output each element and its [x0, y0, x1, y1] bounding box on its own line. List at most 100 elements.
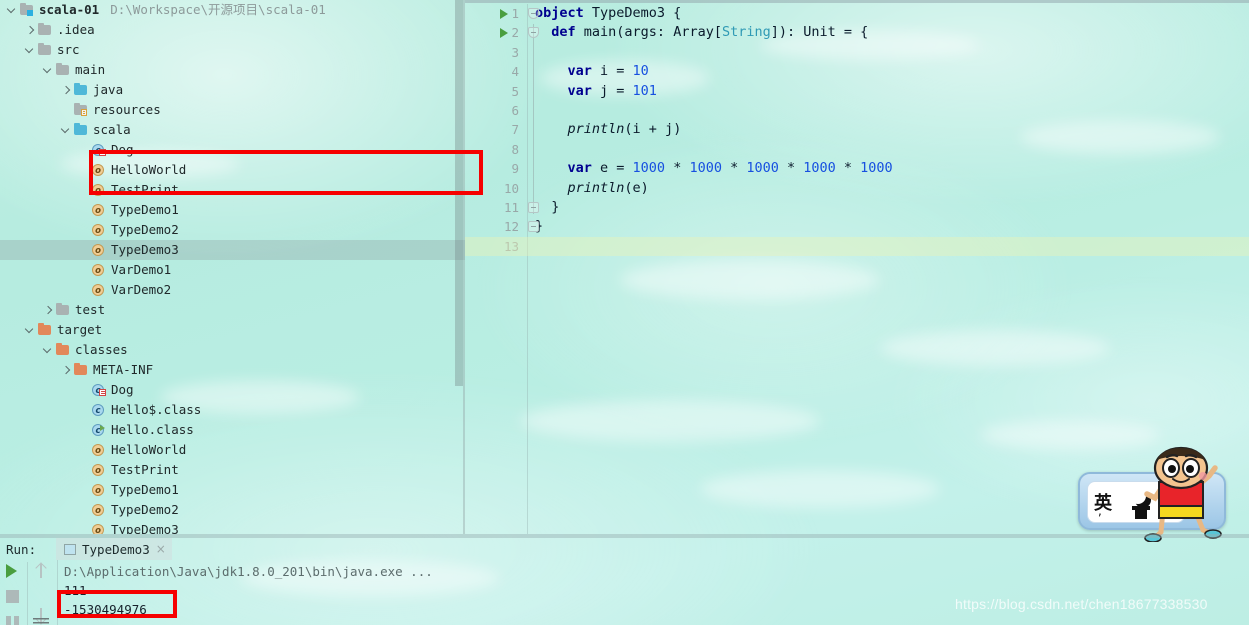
tree-item-label: TestPrint [111, 462, 179, 477]
tree-item-java[interactable]: java [0, 80, 465, 100]
chevron-down-icon[interactable] [6, 4, 19, 17]
project-tree-scrollbar[interactable] [455, 0, 463, 386]
play-icon[interactable] [6, 564, 17, 578]
run-tab-label: TypeDemo3 [82, 541, 150, 557]
tree-item-helloworld[interactable]: o HelloWorld [0, 440, 465, 460]
code-fold-icon[interactable] [528, 221, 539, 233]
chevron-down-icon[interactable] [42, 64, 55, 77]
project-tree-panel[interactable]: scala-01 D:\Workspace\开源项目\scala-01 .idea s… [0, 0, 465, 534]
tree-item-typedemo3[interactable]: o TypeDemo3 [0, 520, 465, 534]
tree-item-typedemo2[interactable]: o TypeDemo2 [0, 500, 465, 520]
code-line[interactable] [465, 236, 1249, 257]
tree-item-testprint[interactable]: o TestPrint [0, 460, 465, 480]
source-folder-icon [73, 82, 89, 97]
line-number: 3 [511, 44, 519, 60]
run-gutter-icon[interactable] [500, 9, 508, 19]
code-line[interactable]: var i = 10 [535, 62, 1249, 81]
chevron-down-icon[interactable] [60, 124, 73, 137]
code-token: * [665, 160, 690, 177]
run-tab-typedemo3[interactable]: TypeDemo3 × [56, 538, 172, 560]
tree-item-dog[interactable]: c Dog [0, 380, 465, 400]
code-token: * [721, 160, 747, 177]
tree-item-meta-inf[interactable]: META-INF [0, 360, 465, 380]
code-fold-icon[interactable] [528, 8, 539, 19]
tree-item-scala-01[interactable]: scala-01 D:\Workspace\开源项目\scala-01 [0, 0, 465, 20]
run-console-output[interactable]: D:\Application\Java\jdk1.8.0_201\bin\jav… [64, 562, 1249, 625]
tree-item-typedemo1[interactable]: o TypeDemo1 [0, 480, 465, 500]
tree-item-label: java [93, 82, 124, 97]
chevron-down-icon[interactable] [42, 344, 55, 357]
chevron-right-icon[interactable] [60, 84, 73, 97]
chevron-right-icon[interactable] [60, 364, 73, 377]
code-line[interactable] [535, 101, 1249, 120]
line-number: 5 [511, 83, 519, 99]
run-gutter-icon[interactable] [500, 28, 508, 39]
code-line[interactable]: } [535, 217, 1249, 236]
tree-item-scala[interactable]: scala [0, 120, 465, 140]
run-tool-window[interactable]: Run: TypeDemo3 × D:\Application\Java\jdk… [0, 534, 1249, 625]
tree-item-label: VarDemo2 [111, 282, 172, 297]
console-line: D:\Application\Java\jdk1.8.0_201\bin\jav… [64, 564, 433, 579]
chevron-right-icon[interactable] [24, 24, 37, 37]
tree-item-label: Hello$.class [111, 402, 202, 417]
tree-item-testprint[interactable]: o TestPrint [0, 180, 465, 200]
code-line[interactable] [535, 140, 1249, 159]
code-line[interactable]: var e = 1000 * 1000 * 1000 * 1000 * 1000 [535, 159, 1249, 178]
tree-item-src[interactable]: src [0, 40, 465, 60]
tree-item-typedemo2[interactable]: o TypeDemo2 [0, 220, 465, 240]
pause-icon[interactable] [6, 616, 19, 625]
tree-item-hello-class[interactable]: c Hello$.class [0, 400, 465, 420]
tree-item-resources[interactable]: resources [0, 100, 465, 120]
ime-language-label[interactable]: 英 [1094, 489, 1112, 515]
editor-code-area[interactable]: object TypeDemo3 { def main(args: Array[… [465, 4, 1249, 257]
tree-item-typedemo1[interactable]: o TypeDemo1 [0, 200, 465, 220]
code-line[interactable] [535, 43, 1249, 62]
code-line[interactable]: println(e) [535, 179, 1249, 198]
chevron-right-icon[interactable] [42, 304, 55, 317]
scala-object-icon: o [91, 263, 107, 277]
tree-item-helloworld[interactable]: o HelloWorld [0, 160, 465, 180]
excluded-folder-icon [55, 342, 71, 357]
chevron-down-icon[interactable] [24, 324, 37, 337]
code-line[interactable]: var j = 101 [535, 82, 1249, 101]
chevron-down-icon[interactable] [24, 44, 37, 57]
tree-item-vardemo2[interactable]: o VarDemo2 [0, 280, 465, 300]
wrap-lines-icon[interactable] [33, 616, 49, 625]
tree-item--idea[interactable]: .idea [0, 20, 465, 40]
tree-item-main[interactable]: main [0, 60, 465, 80]
stop-icon[interactable] [6, 590, 19, 603]
line-number: 8 [511, 141, 519, 157]
tree-item-hello-class[interactable]: c Hello.class [0, 420, 465, 440]
code-line[interactable]: println(i + j) [535, 120, 1249, 139]
code-token: 1000 [689, 160, 722, 177]
tree-item-typedemo3[interactable]: o TypeDemo3 [0, 240, 465, 260]
tree-item-label: src [57, 42, 80, 57]
tree-item-test[interactable]: test [0, 300, 465, 320]
code-line[interactable]: def main(args: Array[String]): Unit = { [535, 23, 1249, 42]
code-line[interactable]: object TypeDemo3 { [535, 4, 1249, 23]
code-editor[interactable]: 1 2 3 4 5 6 7 8 9 10 11 12 13 object TypeDemo3 { def… [465, 0, 1249, 534]
editor-gutter[interactable]: 1 2 3 4 5 6 7 8 9 10 11 12 13 [465, 4, 527, 256]
code-token: println [567, 121, 625, 138]
run-toolbar[interactable] [0, 560, 58, 625]
code-line[interactable]: } [535, 198, 1249, 217]
tree-item-classes[interactable]: classes [0, 340, 465, 360]
arrow-up-icon[interactable] [34, 562, 48, 580]
run-tab-bar[interactable]: Run: TypeDemo3 × [0, 538, 1249, 560]
ime-punctuation-label[interactable]: , [1098, 504, 1102, 518]
code-token: String [721, 24, 771, 41]
code-fold-icon[interactable] [528, 202, 539, 213]
tree-item-label: TypeDemo1 [111, 482, 179, 497]
tree-item-target[interactable]: target [0, 320, 465, 340]
tree-item-vardemo1[interactable]: o VarDemo1 [0, 260, 465, 280]
close-icon[interactable]: × [156, 542, 166, 556]
tree-item-dog[interactable]: c Dog [0, 140, 465, 160]
scala-object-icon: o [91, 483, 107, 497]
